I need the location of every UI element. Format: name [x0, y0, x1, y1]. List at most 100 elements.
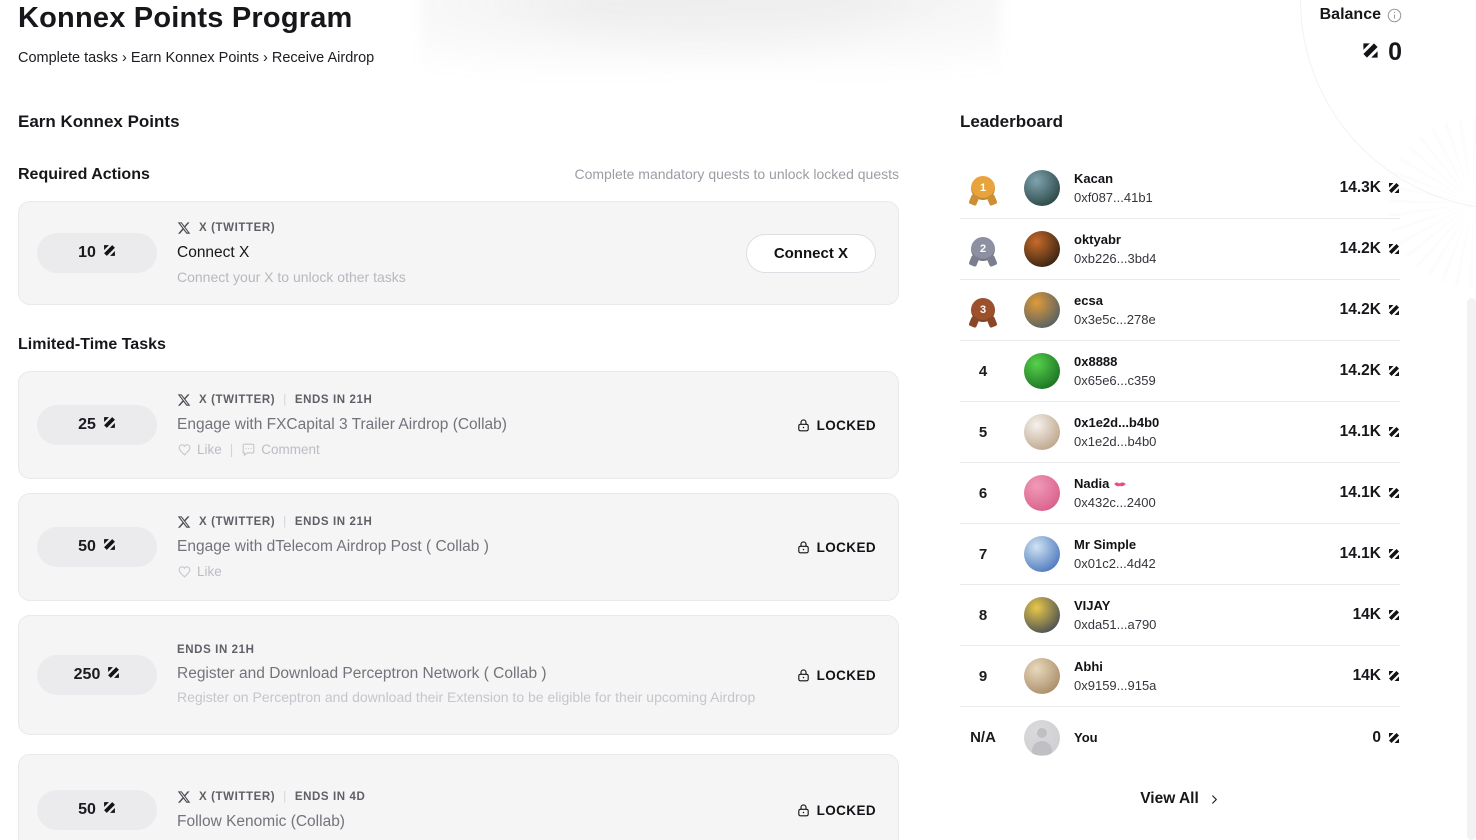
like-action: Like	[177, 442, 222, 457]
points-value: 14.1K	[1340, 484, 1381, 502]
points-icon	[1362, 42, 1379, 64]
connect-x-button[interactable]: Connect X	[746, 234, 876, 273]
leaderboard-row[interactable]: 1 Kacan0xf087...41b1 14.3K	[960, 158, 1400, 219]
points-badge: 25	[37, 405, 157, 445]
task-title: Connect X	[177, 244, 406, 262]
divider: |	[283, 791, 287, 803]
avatar	[1024, 658, 1060, 694]
divider: |	[230, 442, 234, 457]
leaderboard-row-you[interactable]: N/A You 0	[960, 707, 1400, 768]
lock-icon	[796, 803, 811, 818]
comment-action: Comment	[241, 442, 320, 457]
leaderboard-row[interactable]: 5 0x1e2d...b4b00x1e2d...b4b0 14.1K	[960, 402, 1400, 463]
task-title: Engage with FXCapital 3 Trailer Airdrop …	[177, 416, 507, 434]
points-icon	[1388, 365, 1400, 377]
user-name: oktyabr	[1074, 232, 1156, 247]
lock-icon	[796, 668, 811, 683]
person-icon	[1037, 728, 1047, 738]
points-icon	[1388, 426, 1400, 438]
leaderboard: Leaderboard 1 Kacan0xf087...41b1 14.3K 2…	[960, 112, 1400, 808]
points-value: 14.1K	[1340, 545, 1381, 563]
avatar-placeholder	[1024, 720, 1060, 756]
points-icon	[103, 416, 116, 434]
points-icon	[107, 666, 120, 684]
comment-icon	[241, 442, 256, 457]
leaderboard-row[interactable]: 4 0x88880x65e6...c359 14.2K	[960, 341, 1400, 402]
task-card-perceptron: 250 ENDS IN 21H Register and Download Pe…	[18, 615, 899, 735]
platform-label: X (TWITTER)	[199, 394, 275, 406]
points-value: 14.3K	[1340, 179, 1381, 197]
points-badge: 250	[37, 655, 157, 695]
points-value: 14K	[1353, 667, 1381, 685]
balance-label: Balance	[1320, 6, 1381, 24]
lips-icon	[1113, 479, 1127, 489]
wallet-address: 0x01c2...4d42	[1074, 556, 1156, 571]
tasks-column: Earn Konnex Points Required Actions Comp…	[18, 112, 899, 840]
task-card-connect-x: 10 X (TWITTER) Connect X Connect your X …	[18, 201, 899, 305]
x-twitter-icon	[177, 221, 191, 235]
bronze-medal-icon: 3	[971, 298, 995, 322]
leaderboard-row[interactable]: 7 Mr Simple 0x01c2...4d42 14.1K	[960, 524, 1400, 585]
task-card-fxcapital: 25 X (TWITTER) | ENDS IN 21H Engage with…	[18, 371, 899, 479]
platform-label: X (TWITTER)	[199, 222, 275, 234]
scrollbar[interactable]	[1467, 298, 1476, 840]
points-badge: 10	[37, 233, 157, 273]
task-title: Register and Download Perceptron Network…	[177, 665, 755, 683]
rank-number: N/A	[970, 729, 996, 746]
rank-number: 5	[979, 424, 987, 441]
view-all-button[interactable]: View All	[960, 790, 1400, 808]
task-title: Engage with dTelecom Airdrop Post ( Coll…	[177, 538, 489, 556]
wallet-address: 0xb226...3bd4	[1074, 251, 1156, 266]
platform-label: X (TWITTER)	[199, 791, 275, 803]
x-twitter-icon	[177, 515, 191, 529]
points-icon	[1388, 732, 1400, 744]
avatar	[1024, 475, 1060, 511]
points-icon	[103, 244, 116, 262]
user-name: You	[1074, 730, 1098, 745]
avatar	[1024, 353, 1060, 389]
avatar	[1024, 231, 1060, 267]
leaderboard-row[interactable]: 8 VIJAY0xda51...a790 14K	[960, 585, 1400, 646]
task-card-kenomic: 50 X (TWITTER) | ENDS IN 4D Follow Kenom…	[18, 754, 899, 840]
leaderboard-row[interactable]: 9 Abhi0x9159...915a 14K	[960, 646, 1400, 707]
points-value: 14K	[1353, 606, 1381, 624]
user-name: 0x1e2d...b4b0	[1074, 415, 1159, 430]
user-name: Mr Simple	[1074, 537, 1156, 552]
points-icon	[103, 538, 116, 556]
task-card-dtelecom: 50 X (TWITTER) | ENDS IN 21H Engage with…	[18, 493, 899, 601]
avatar	[1024, 414, 1060, 450]
avatar	[1024, 170, 1060, 206]
wallet-address: 0x432c...2400	[1074, 495, 1156, 510]
ends-in-label: ENDS IN 21H	[295, 516, 373, 528]
leaderboard-row[interactable]: 3 ecsa0x3e5c...278e 14.2K	[960, 280, 1400, 341]
rank-number: 9	[979, 668, 987, 685]
points-icon	[1388, 243, 1400, 255]
points-icon	[1388, 182, 1400, 194]
platform-label: X (TWITTER)	[199, 516, 275, 528]
info-icon[interactable]	[1387, 8, 1402, 23]
points-icon	[1388, 548, 1400, 560]
rank-number: 7	[979, 546, 987, 563]
leaderboard-row[interactable]: 2 oktyabr0xb226...3bd4 14.2K	[960, 219, 1400, 280]
points-badge: 50	[37, 790, 157, 830]
leaderboard-row[interactable]: 6 Nadia0x432c...2400 14.1K	[960, 463, 1400, 524]
wallet-address: 0x9159...915a	[1074, 678, 1156, 693]
user-name: VIJAY	[1074, 598, 1156, 613]
avatar	[1024, 536, 1060, 572]
locked-badge: LOCKED	[796, 540, 876, 555]
rank-number: 4	[979, 363, 987, 380]
page-title: Konnex Points Program	[18, 2, 353, 35]
wallet-address: 0x3e5c...278e	[1074, 312, 1156, 327]
task-description: Register on Perceptron and download thei…	[177, 689, 755, 707]
locked-badge: LOCKED	[796, 668, 876, 683]
balance-value: 0	[1388, 38, 1402, 67]
silver-medal-icon: 2	[971, 237, 995, 261]
like-action: Like	[177, 564, 222, 579]
ends-in-label: ENDS IN 21H	[177, 644, 255, 656]
background-glow	[420, 0, 1000, 95]
x-twitter-icon	[177, 790, 191, 804]
leaderboard-title: Leaderboard	[960, 112, 1400, 132]
required-actions-hint: Complete mandatory quests to unlock lock…	[574, 166, 899, 182]
wallet-address: 0x65e6...c359	[1074, 373, 1156, 388]
konnex-points-page: Konnex Points Program Complete tasks › E…	[0, 0, 1476, 840]
